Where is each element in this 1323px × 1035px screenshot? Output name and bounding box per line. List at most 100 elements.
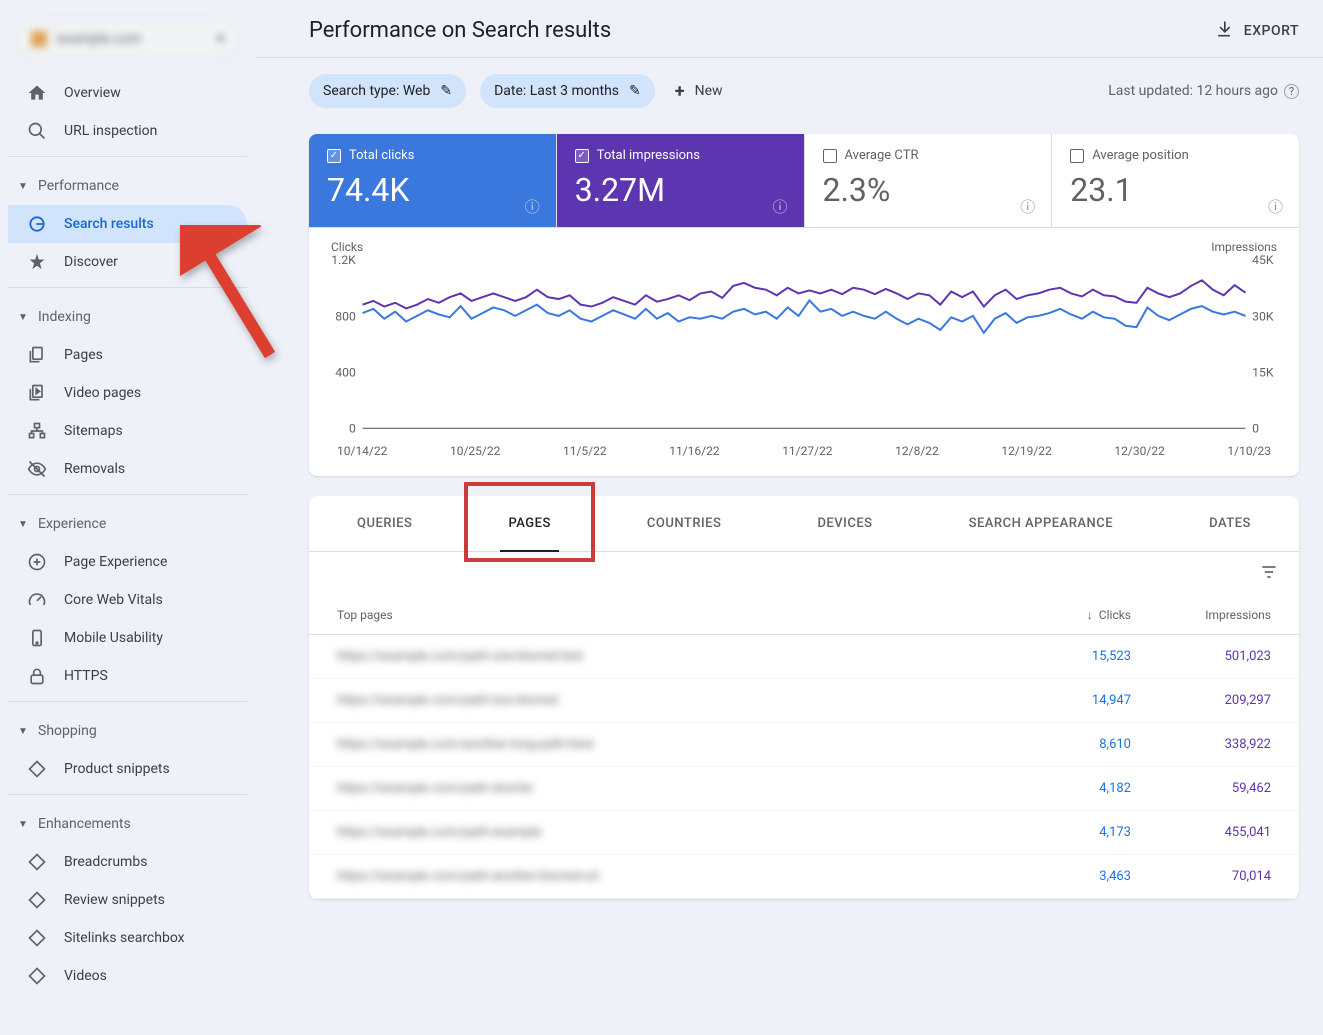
- site-selector[interactable]: example.com ▾: [16, 20, 239, 58]
- nav-label: Video pages: [64, 385, 141, 401]
- table-filter-row: [309, 552, 1299, 596]
- pages-icon: [26, 345, 48, 365]
- table-row[interactable]: https://example.com/path-example4,173455…: [309, 811, 1299, 855]
- section-indexing[interactable]: ▼Indexing: [8, 298, 247, 336]
- site-favicon: [31, 31, 47, 47]
- google-icon: [26, 214, 48, 234]
- cell-impressions: 70,014: [1131, 869, 1271, 884]
- diamond-icon: [26, 928, 48, 948]
- nav-label: Core Web Vitals: [64, 592, 163, 608]
- tab-devices[interactable]: DEVICES: [799, 496, 890, 551]
- table-row[interactable]: https://example.com/path-shorter4,18259,…: [309, 767, 1299, 811]
- star-icon: [26, 252, 48, 272]
- x-tick-label: 12/30/22: [1114, 444, 1164, 458]
- table-row[interactable]: https://example.com/path-another-blurred…: [309, 855, 1299, 899]
- nav-mobile-usability[interactable]: Mobile Usability: [8, 619, 247, 657]
- metric-total-impressions[interactable]: ✓Total impressions 3.27M ⓘ: [557, 134, 805, 227]
- performance-chart: 1.2K800400045K30K15K0: [327, 254, 1281, 434]
- nav-https[interactable]: HTTPS: [8, 657, 247, 695]
- section-shopping[interactable]: ▼ Shopping: [8, 712, 247, 750]
- tab-pages[interactable]: PAGES: [490, 496, 568, 551]
- chart-container: Clicks Impressions 1.2K800400045K30K15K0…: [309, 228, 1299, 476]
- section-experience[interactable]: ▼Experience: [8, 505, 247, 543]
- nav-video-pages[interactable]: Video pages: [8, 374, 247, 412]
- section-label: Performance: [38, 178, 119, 194]
- last-updated: Last updated: 12 hours ago ?: [1108, 83, 1299, 99]
- page-title: Performance on Search results: [309, 18, 611, 43]
- tab-countries[interactable]: COUNTRIES: [629, 496, 740, 551]
- export-button[interactable]: EXPORT: [1214, 19, 1299, 43]
- nav-overview[interactable]: Overview: [8, 74, 247, 112]
- nav-product-snippets[interactable]: Product snippets: [8, 750, 247, 788]
- filter-icon[interactable]: [1259, 562, 1279, 586]
- col-pages[interactable]: Top pages: [337, 608, 1011, 622]
- help-icon[interactable]: ⓘ: [772, 196, 787, 217]
- chip-search-type[interactable]: Search type: Web ✎: [309, 74, 466, 108]
- nav-page-experience[interactable]: Page Experience: [8, 543, 247, 581]
- metric-label: Average position: [1092, 148, 1189, 163]
- nav-label: Page Experience: [64, 554, 167, 570]
- tab-queries[interactable]: QUERIES: [339, 496, 430, 551]
- lock-icon: [26, 666, 48, 686]
- divider: [8, 494, 247, 495]
- metric-avg-position[interactable]: Average position 23.1 ⓘ: [1052, 134, 1299, 227]
- svg-text:0: 0: [349, 422, 356, 434]
- nav-review-snippets[interactable]: Review snippets: [8, 881, 247, 919]
- col-clicks[interactable]: ↓Clicks: [1011, 608, 1131, 622]
- col-impressions[interactable]: Impressions: [1131, 608, 1271, 622]
- metric-total-clicks[interactable]: ✓Total clicks 74.4K ⓘ: [309, 134, 557, 227]
- chip-date[interactable]: Date: Last 3 months ✎: [480, 74, 655, 108]
- tab-dates[interactable]: DATES: [1191, 496, 1269, 551]
- tab-search-appearance[interactable]: SEARCH APPEARANCE: [951, 496, 1132, 551]
- diamond-icon: [26, 852, 48, 872]
- chevron-down-icon: ▼: [18, 519, 30, 530]
- section-enhancements[interactable]: ▼Enhancements: [8, 805, 247, 843]
- nav-removals[interactable]: Removals: [8, 450, 247, 488]
- metric-row: ✓Total clicks 74.4K ⓘ ✓Total impressions…: [309, 134, 1299, 228]
- nav-sitemaps[interactable]: Sitemaps: [8, 412, 247, 450]
- new-filter-button[interactable]: + New: [675, 81, 723, 102]
- divider: [8, 794, 247, 795]
- nav-label: Pages: [64, 347, 103, 363]
- section-performance[interactable]: ▼Performance: [8, 167, 247, 205]
- help-icon[interactable]: ⓘ: [1268, 196, 1283, 217]
- chevron-down-icon: ▼: [18, 726, 30, 737]
- nav-label: Mobile Usability: [64, 630, 163, 646]
- x-tick-label: 11/16/22: [669, 444, 719, 458]
- help-icon[interactable]: ?: [1284, 84, 1299, 99]
- export-label: EXPORT: [1244, 23, 1299, 39]
- nav-search-results[interactable]: Search results: [8, 205, 247, 243]
- chip-label: Search type: Web: [323, 83, 430, 99]
- nav-label: Discover: [64, 254, 118, 270]
- nav-videos[interactable]: Videos: [8, 957, 247, 995]
- section-label: Indexing: [38, 309, 91, 325]
- nav-label: Videos: [64, 968, 107, 984]
- x-tick-label: 1/10/23: [1227, 444, 1271, 458]
- nav-core-web-vitals[interactable]: Core Web Vitals: [8, 581, 247, 619]
- table-row[interactable]: https://example.com/path-one-blurred-tex…: [309, 635, 1299, 679]
- cell-page: https://example.com/path-one-blurred-tex…: [337, 649, 1011, 664]
- help-icon[interactable]: ⓘ: [1020, 196, 1035, 217]
- nav-discover[interactable]: Discover: [8, 243, 247, 281]
- help-icon[interactable]: ⓘ: [525, 196, 540, 217]
- cell-page: https://example.com/path-another-blurred…: [337, 869, 1011, 884]
- nav-sitelinks-searchbox[interactable]: Sitelinks searchbox: [8, 919, 247, 957]
- nav-breadcrumbs[interactable]: Breadcrumbs: [8, 843, 247, 881]
- last-updated-text: Last updated: 12 hours ago: [1108, 83, 1278, 99]
- metric-label: Total impressions: [597, 148, 700, 163]
- metric-label: Average CTR: [845, 148, 919, 163]
- cell-impressions: 455,041: [1131, 825, 1271, 840]
- table-row[interactable]: https://example.com/path-two-blurred14,9…: [309, 679, 1299, 723]
- metric-avg-ctr[interactable]: Average CTR 2.3% ⓘ: [805, 134, 1053, 227]
- cell-impressions: 209,297: [1131, 693, 1271, 708]
- section-label: Shopping: [38, 723, 97, 739]
- nav-url-inspection[interactable]: URL inspection: [8, 112, 247, 150]
- svg-text:400: 400: [335, 366, 356, 380]
- tabs-card: QUERIES PAGES COUNTRIES DEVICES SEARCH A…: [309, 496, 1299, 899]
- nav-label: Removals: [64, 461, 125, 477]
- nav-pages[interactable]: Pages: [8, 336, 247, 374]
- circle-plus-icon: [26, 552, 48, 572]
- x-tick-label: 10/14/22: [337, 444, 387, 458]
- table-row[interactable]: https://example.com/another-long-path-he…: [309, 723, 1299, 767]
- nav-label: Review snippets: [64, 892, 165, 908]
